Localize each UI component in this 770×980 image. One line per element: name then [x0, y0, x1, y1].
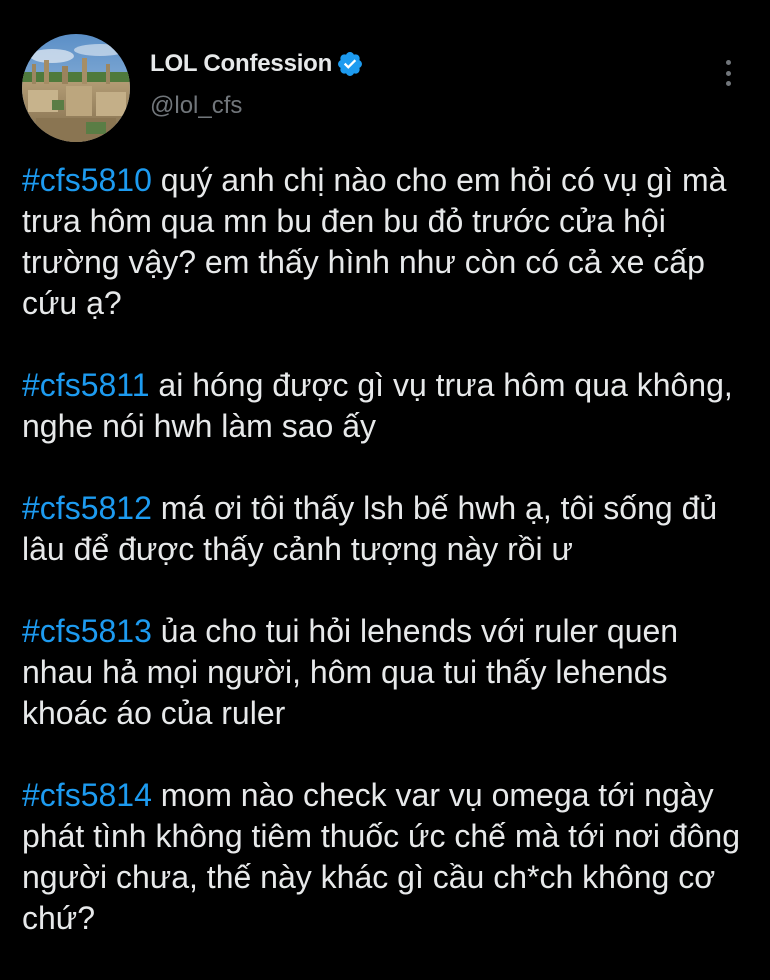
- more-dot: [725, 81, 731, 86]
- verified-badge-icon: [336, 50, 364, 78]
- tweet-text: #cfs5810 quý anh chị nào cho em hỏi có v…: [22, 160, 748, 980]
- tweet-header: LOL Confession @lol_cfs: [22, 34, 748, 144]
- confession-paragraph: #cfs5813 ủa cho tui hỏi lehends với rule…: [22, 611, 748, 734]
- avatar[interactable]: [22, 34, 130, 142]
- handle[interactable]: @lol_cfs: [150, 92, 242, 120]
- hashtag-link[interactable]: #cfs5812: [22, 490, 152, 526]
- hashtag-link[interactable]: #cfs5810: [22, 162, 152, 198]
- more-vertical-icon[interactable]: [716, 58, 740, 88]
- hashtag-link[interactable]: #cfs5811: [22, 367, 150, 403]
- confession-paragraph: #cfs5812 má ơi tôi thấy lsh bế hwh ạ, tô…: [22, 488, 748, 570]
- hashtag-link[interactable]: #cfs5814: [22, 777, 152, 813]
- more-dot: [725, 60, 731, 65]
- more-dot: [725, 70, 731, 76]
- name-row: LOL Confession: [150, 48, 364, 80]
- display-name[interactable]: LOL Confession: [150, 50, 332, 78]
- confession-paragraph: #cfs5811 ai hóng được gì vụ trưa hôm qua…: [22, 365, 748, 447]
- confession-paragraph: #cfs5814 mom nào check var vụ omega tới …: [22, 775, 748, 939]
- confession-paragraph: #cfs5810 quý anh chị nào cho em hỏi có v…: [22, 160, 748, 324]
- hashtag-link[interactable]: #cfs5813: [22, 613, 152, 649]
